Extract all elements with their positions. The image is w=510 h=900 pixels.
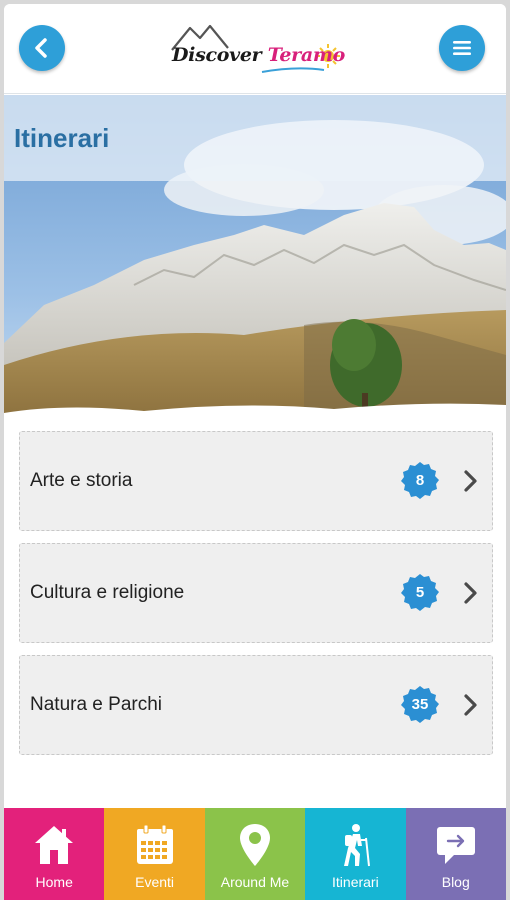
hero-banner: Itinerari bbox=[4, 95, 506, 425]
badge-count: 5 bbox=[415, 584, 425, 601]
count-badge: 35 bbox=[400, 685, 440, 725]
chevron-right-icon bbox=[464, 694, 477, 716]
logo-word-discover: Discover bbox=[172, 44, 262, 66]
nav-itinerari[interactable]: Itinerari bbox=[305, 808, 406, 900]
category-list: Arte e storia 8 Cultura e religione 5 Na… bbox=[19, 431, 493, 767]
nav-label: Around Me bbox=[220, 874, 290, 890]
item-label: Arte e storia bbox=[30, 470, 133, 491]
list-item-arte-e-storia[interactable]: Arte e storia 8 bbox=[19, 431, 493, 531]
map-pin-icon bbox=[239, 824, 270, 866]
calendar-icon bbox=[136, 824, 173, 864]
chevron-right-icon bbox=[464, 582, 477, 604]
count-badge: 5 bbox=[400, 573, 440, 613]
hiker-icon bbox=[344, 824, 371, 867]
nav-label: Home bbox=[35, 874, 73, 890]
page-title: Itinerari bbox=[14, 123, 110, 153]
list-item-natura-e-parchi[interactable]: Natura e Parchi 35 bbox=[19, 655, 493, 755]
badge-count: 8 bbox=[415, 472, 425, 489]
nav-blog[interactable]: Blog bbox=[405, 808, 506, 900]
chat-bubble-icon bbox=[436, 827, 475, 864]
logo-word-teramo: Teramo bbox=[267, 44, 346, 66]
top-bar: Discover Teramo bbox=[4, 4, 506, 94]
nav-around-me[interactable]: Around Me bbox=[204, 808, 306, 900]
nav-label: Eventi bbox=[135, 874, 175, 890]
item-label: Natura e Parchi bbox=[30, 694, 163, 715]
nav-home[interactable]: Home bbox=[4, 808, 105, 900]
list-item-cultura-e-religione[interactable]: Cultura e religione 5 bbox=[19, 543, 493, 643]
bottom-nav: Home Eventi Around Me Itinerari Blog bbox=[4, 808, 506, 900]
nav-eventi[interactable]: Eventi bbox=[104, 808, 205, 900]
count-badge: 8 bbox=[400, 461, 440, 501]
item-label: Cultura e religione bbox=[30, 582, 185, 603]
home-icon bbox=[35, 826, 74, 864]
title-band: Itinerari bbox=[4, 95, 506, 181]
nav-label: Blog bbox=[441, 874, 470, 890]
app-screen: Discover Teramo Itinerari Arte e storia … bbox=[4, 4, 506, 900]
badge-count: 35 bbox=[411, 696, 429, 713]
back-button[interactable] bbox=[19, 25, 65, 71]
app-logo: Discover Teramo bbox=[166, 20, 346, 78]
chevron-right-icon bbox=[464, 470, 477, 492]
chevron-left-icon bbox=[35, 38, 47, 58]
nav-label: Itinerari bbox=[332, 874, 379, 890]
hamburger-menu-icon bbox=[453, 41, 471, 55]
menu-button[interactable] bbox=[439, 25, 485, 71]
